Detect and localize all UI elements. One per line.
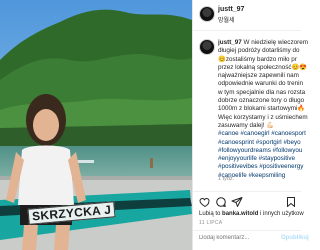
caption-avatar[interactable] [199,39,215,55]
comment-input[interactable] [199,235,269,241]
likes-user-link[interactable]: banka.witold [222,211,258,217]
post-caption: justt_97 W niedzielę wieczorem długiej p… [218,39,308,180]
hashtag-line[interactable]: #enjoyyourlife #staypositive [218,155,308,163]
caption-text: W niedzielę wieczorem [241,39,308,46]
post-date[interactable]: 11 LIPCA [199,220,222,226]
post-comment-button[interactable]: Opublikuj [281,235,309,241]
hashtag-line[interactable]: #canoesprint #sportgirl #beyo [218,139,308,147]
comment-icon[interactable] [215,195,227,207]
caption-time-ago[interactable]: 1 tydz. [218,176,234,182]
caption-line: 😊zostaliśmy bardzo miło pr [218,55,297,63]
instagram-post: SKRZYCKA J justt_97 망월세 justt_97 W niedz… [0,0,309,250]
author-avatar[interactable] [199,6,215,22]
hashtag-line[interactable]: #canoe #canoegirl #canoesport [218,130,308,138]
caption-line: Więc korzystamy i z uśmiechem [218,113,308,121]
post-location[interactable]: 망월세 [218,15,235,24]
caption-line: odpowiednie warunki do trenin [218,80,304,88]
caption-line: 1000m z blokami startowymi🔥 [218,105,306,113]
hashtag-line[interactable]: #followyourdreams #followyou [218,147,308,155]
caption-line: zasuwamy dalej! 💪🏻 [218,121,275,129]
caption-line: długiej podróży dotarliśmy do [218,47,300,55]
caption-username[interactable]: justt_97 [218,39,242,46]
caption-line: w tym specjalnie dla nas rozsta [218,88,306,96]
likes-suffix[interactable]: i innych użytkow [258,211,304,217]
caption-line: najważniejsze zapewnili nam [218,72,299,80]
post-side-panel: justt_97 망월세 justt_97 W niedzielę wieczo… [192,0,309,250]
heart-icon[interactable] [199,195,211,208]
bookmark-icon[interactable] [285,195,297,207]
share-icon[interactable] [231,195,243,207]
actions-divider [193,191,301,192]
author-username[interactable]: justt_97 [218,6,244,13]
header-divider [193,30,301,31]
hashtag-line[interactable]: #positivevibes #positiveenergy [218,163,308,171]
likes-prefix: Lubią to [199,211,223,217]
caption-line: justt_97 W niedzielę wieczorem [218,39,308,47]
comment-divider [193,230,301,231]
caption-line: przez lokalną społeczność😊😍 [218,63,308,71]
likes-summary: Lubią to banka.witold i innych użytkow [199,211,304,217]
post-photo[interactable]: SKRZYCKA J [0,0,192,250]
